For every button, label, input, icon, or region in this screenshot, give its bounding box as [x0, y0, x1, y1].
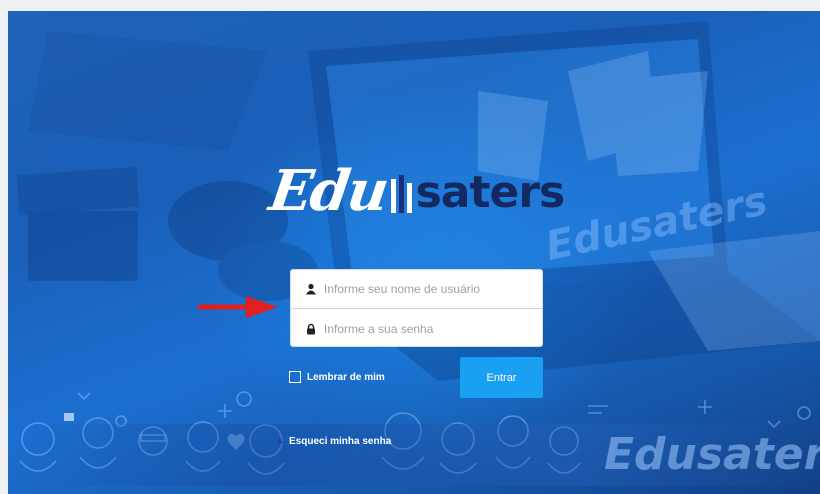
logo-books-icon [390, 175, 412, 213]
forgot-password-link[interactable]: Esqueci minha senha [289, 436, 391, 447]
user-icon [306, 283, 316, 295]
forgot-marker-icon [278, 438, 283, 446]
login-form [290, 269, 543, 347]
logo-script-text: Edu [265, 158, 392, 224]
remember-me[interactable]: Lembrar de mim [289, 371, 385, 383]
submit-button[interactable]: Entrar [460, 357, 543, 398]
edusaters-logo: Edu saters [265, 141, 580, 224]
username-field-row [291, 270, 542, 309]
lock-icon [307, 323, 315, 334]
password-input[interactable] [324, 321, 524, 336]
red-arrow-icon [198, 296, 278, 318]
logo-bold-text: saters [415, 167, 566, 218]
remember-me-checkbox[interactable] [289, 371, 301, 383]
logo-watermark-bottom: Edusaters [604, 429, 820, 480]
background-illustration [16, 21, 820, 475]
password-field-row [291, 309, 542, 348]
remember-me-label: Lembrar de mim [307, 371, 385, 383]
login-page-background: Edu saters Edusaters Edusaters [8, 11, 820, 494]
username-input[interactable] [324, 282, 524, 296]
